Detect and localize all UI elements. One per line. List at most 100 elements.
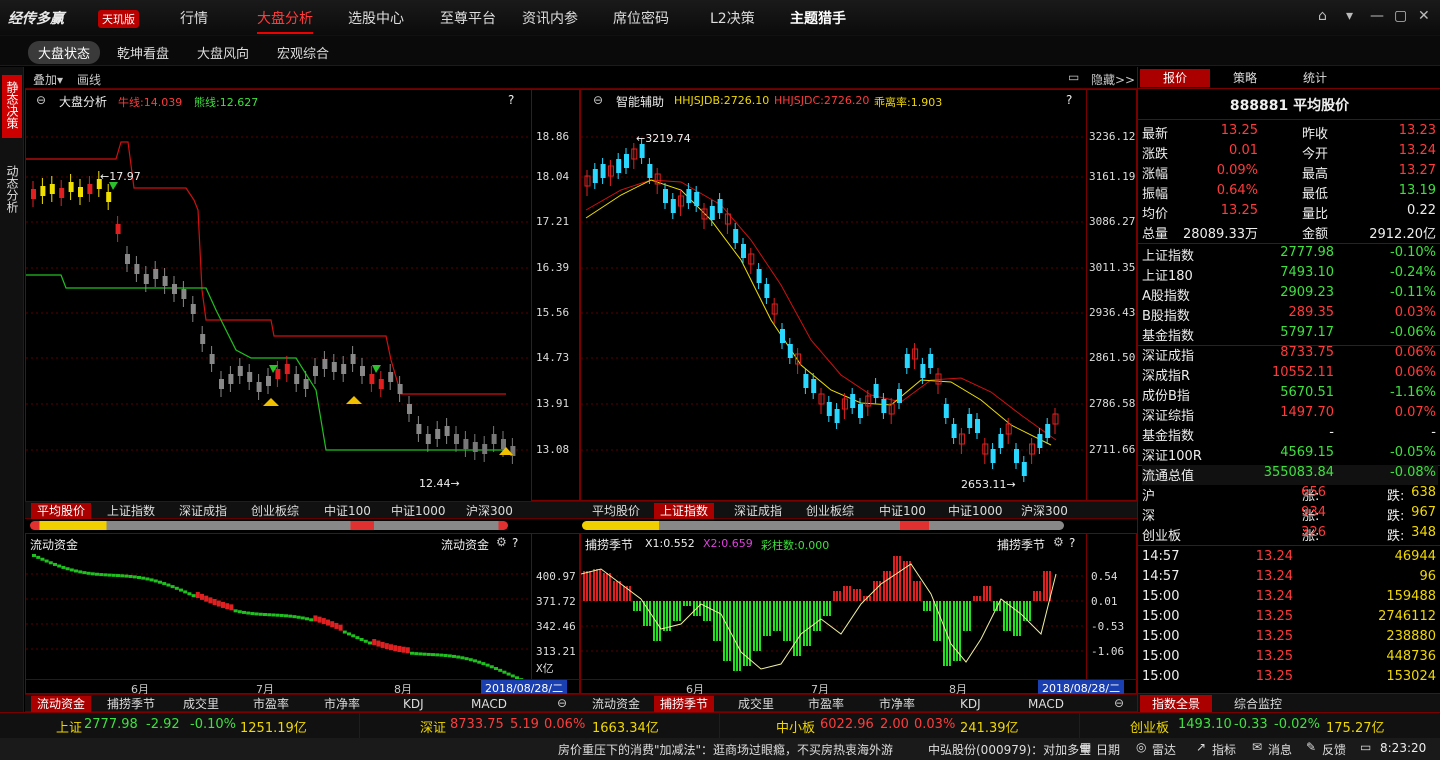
tab-index[interactable]: 中证100 xyxy=(873,503,932,519)
nav-supreme-platform[interactable]: 至尊平台 xyxy=(440,8,496,28)
tab-index[interactable]: 平均股价 xyxy=(31,503,92,519)
index-row[interactable]: 基金指数 - - xyxy=(1142,425,1438,445)
draw-line-button[interactable]: 画线 xyxy=(77,71,101,88)
chevron-up-icon[interactable]: ⊖ xyxy=(1114,696,1124,710)
axis-tick: 400.97 xyxy=(536,570,576,583)
help-icon[interactable]: ? xyxy=(1066,93,1072,107)
candle xyxy=(616,153,622,179)
radar-button[interactable]: 雷达 xyxy=(1152,741,1176,758)
tab-index[interactable]: 中证100 xyxy=(318,503,377,519)
index-row[interactable]: 成份B指 5670.51 -1.16% xyxy=(1142,385,1438,405)
tab-indicator[interactable]: 市净率 xyxy=(318,696,366,712)
index-row[interactable]: 基金指数 5797.17 -0.06% xyxy=(1142,325,1438,345)
tab-index[interactable]: 创业板综 xyxy=(245,503,305,519)
tab-indicator[interactable]: 成交里 xyxy=(177,696,225,712)
feedback-button[interactable]: 反馈 xyxy=(1322,741,1346,758)
tab-indicator[interactable]: 市盈率 xyxy=(802,696,850,712)
close-icon[interactable]: ✕ xyxy=(1418,8,1430,24)
tab-indicator[interactable]: 捕捞季节 xyxy=(654,696,715,712)
index-row[interactable]: 上证180 7493.10 -0.24% xyxy=(1142,265,1438,285)
quote-title: 888881 平均股价 xyxy=(1229,98,1350,114)
liquidity-bar xyxy=(292,615,297,619)
overlay-menu[interactable]: 叠加▾ xyxy=(33,71,63,88)
tab-indicator[interactable]: MACD xyxy=(1022,696,1070,712)
index-row[interactable]: A股指数 2909.23 -0.11% xyxy=(1142,285,1438,305)
date-button[interactable]: 日期 xyxy=(1096,741,1120,758)
quote-bottom-tabs: 指数全景 综合监控 xyxy=(1138,693,1440,713)
minimize-icon[interactable]: — xyxy=(1370,8,1384,24)
subtab-qiankun[interactable]: 乾坤看盘 xyxy=(107,41,179,64)
monitor-icon[interactable]: ▭ xyxy=(1360,740,1371,754)
index-row[interactable]: 深证成指 8733.75 0.06% xyxy=(1142,345,1438,365)
tab-index[interactable]: 中证1000 xyxy=(385,503,452,519)
news-headline-2[interactable]: 中弘股份(000979)：对加多宝 xyxy=(928,741,1091,758)
tab-index[interactable]: 平均股价 xyxy=(586,503,646,519)
tab-indicator[interactable]: 流动资金 xyxy=(31,696,92,712)
tab-index[interactable]: 沪深300 xyxy=(1015,503,1074,519)
radar-icon[interactable]: ◎ xyxy=(1136,740,1146,754)
candle xyxy=(670,193,676,219)
panel-dropdown-icon[interactable]: ⊖ xyxy=(36,93,46,107)
index-row[interactable]: 流通总值 355083.84 -0.08% xyxy=(1142,465,1438,485)
nav-seat-code[interactable]: 席位密码 xyxy=(613,8,669,28)
tab-stats[interactable]: 统计 xyxy=(1280,69,1350,87)
message-button[interactable]: 消息 xyxy=(1268,741,1292,758)
ticker-sh[interactable]: 上证 2777.98 -2.92 -0.10% 1251.19亿 xyxy=(0,713,360,738)
feedback-icon[interactable]: ✎ xyxy=(1306,740,1316,754)
window-icon[interactable]: ▭ xyxy=(1068,70,1079,84)
index-row[interactable]: B股指数 289.35 0.03% xyxy=(1142,305,1438,325)
tab-indicator[interactable]: MACD xyxy=(465,696,513,712)
tab-index[interactable]: 沪深300 xyxy=(460,503,519,519)
tab-indicator[interactable]: 成交里 xyxy=(732,696,780,712)
ticker-sme[interactable]: 中小板 6022.96 2.00 0.03% 241.39亿 xyxy=(720,713,1080,738)
tab-index[interactable]: 上证指数 xyxy=(654,503,715,519)
panel-dropdown-icon[interactable]: ⊖ xyxy=(593,93,603,107)
index-row[interactable]: 深成指R 10552.11 0.06% xyxy=(1142,365,1438,385)
tab-indicator[interactable]: 流动资金 xyxy=(586,696,646,712)
nav-market-analysis[interactable]: 大盘分析 xyxy=(257,8,313,34)
indicator-button[interactable]: 指标 xyxy=(1212,741,1236,758)
ticker-gem[interactable]: 创业板 1493.10 -0.33 -0.02% 175.27亿 xyxy=(1080,713,1440,738)
help-icon[interactable]: ? xyxy=(508,93,514,107)
hide-button[interactable]: 隐藏>> xyxy=(1091,71,1135,88)
chart-icon[interactable]: ↗ xyxy=(1196,740,1206,754)
index-row[interactable]: 深证综指 1497.70 0.07% xyxy=(1142,405,1438,425)
tab-monitor[interactable]: 综合监控 xyxy=(1218,695,1298,713)
tab-indicator[interactable]: 捕捞季节 xyxy=(101,696,161,712)
tab-dynamic-analysis[interactable]: 动态分析 xyxy=(2,159,22,222)
maximize-icon[interactable]: ▢ xyxy=(1394,8,1407,24)
tick-cell: 14:57 xyxy=(1142,549,1180,564)
tab-indicator[interactable]: KDJ xyxy=(397,696,430,712)
subtab-macro[interactable]: 宏观综合 xyxy=(267,41,339,64)
ticker-sz[interactable]: 深证 8733.75 5.19 0.06% 1663.34亿 xyxy=(360,713,720,738)
liquidity-bar xyxy=(347,632,351,636)
tab-index[interactable]: 深证成指 xyxy=(173,503,233,519)
tab-indicator[interactable]: KDJ xyxy=(954,696,987,712)
home-icon[interactable]: ⌂ xyxy=(1318,8,1327,24)
tab-quote[interactable]: 报价 xyxy=(1140,69,1210,87)
index-row[interactable]: 深证100R 4569.15 -0.05% xyxy=(1142,445,1438,465)
nav-stock-picking[interactable]: 选股中心 xyxy=(348,8,404,28)
tab-index[interactable]: 深证成指 xyxy=(728,503,788,519)
tab-index[interactable]: 创业板综 xyxy=(800,503,860,519)
nav-quotes[interactable]: 行情 xyxy=(180,8,208,28)
tab-indicator[interactable]: 市净率 xyxy=(873,696,921,712)
nav-l2[interactable]: L2决策 xyxy=(710,8,755,28)
index-row[interactable]: 上证指数 2777.98 -0.10% xyxy=(1142,245,1438,265)
message-icon[interactable]: ✉ xyxy=(1252,740,1262,754)
menu-down-icon[interactable]: ▾ xyxy=(1346,8,1353,24)
nav-news[interactable]: 资讯内参 xyxy=(522,8,578,28)
chevron-up-icon[interactable]: ⊖ xyxy=(557,696,567,710)
tab-strategy[interactable]: 策略 xyxy=(1210,69,1280,87)
tab-index[interactable]: 上证指数 xyxy=(101,503,161,519)
tab-static-decision[interactable]: 静态决策 xyxy=(2,75,22,138)
subtab-market-status[interactable]: 大盘状态 xyxy=(28,41,101,64)
tab-index-overview[interactable]: 指数全景 xyxy=(1140,695,1212,713)
subtab-market-direction[interactable]: 大盘风向 xyxy=(187,41,259,64)
tab-index[interactable]: 中证1000 xyxy=(942,503,1009,519)
tab-indicator[interactable]: 市盈率 xyxy=(247,696,295,712)
nav-theme-hunter[interactable]: 主题猎手 xyxy=(790,8,846,28)
calendar-icon[interactable]: ▦ xyxy=(1080,740,1091,754)
liquidity-bar xyxy=(124,574,129,578)
news-headline[interactable]: 房价重压下的消费"加减法"：逛商场过眼瘾，不买房热衷海外游 xyxy=(558,741,893,758)
